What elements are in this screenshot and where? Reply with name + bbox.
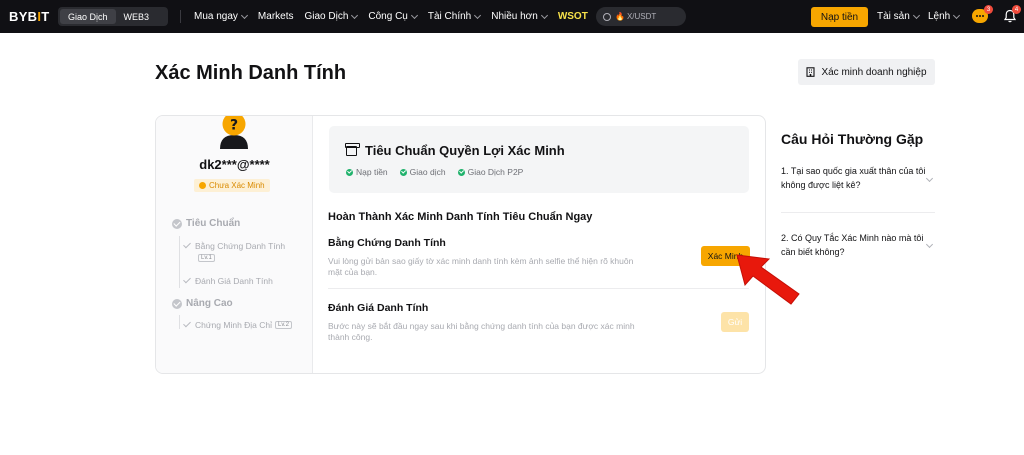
faq-divider bbox=[781, 212, 935, 213]
switcher-trade[interactable]: Giao Dịch bbox=[60, 9, 116, 24]
benefit-item: Giao dịch bbox=[399, 167, 446, 177]
check-icon bbox=[183, 275, 191, 284]
business-verification-button[interactable]: Xác minh doanh nghiệp bbox=[798, 59, 935, 85]
nav-tools[interactable]: Công Cụ bbox=[368, 11, 418, 22]
nav-wsot[interactable]: WSOT bbox=[558, 11, 588, 22]
identity-proof-title: Bằng Chứng Danh Tính bbox=[328, 237, 446, 249]
fire-icon: 🔥 bbox=[615, 12, 625, 21]
chevron-down-icon bbox=[410, 11, 418, 19]
chat-badge: 3 bbox=[984, 5, 993, 14]
check-circle-icon bbox=[399, 168, 407, 176]
benefits-title: Tiêu Chuẩn Quyền Lợi Xác Minh bbox=[345, 142, 565, 158]
chevron-down-icon bbox=[474, 11, 482, 19]
level-connector bbox=[179, 236, 180, 288]
benefits-list: Nạp tiền Giao dịch Giao Dịch P2P bbox=[346, 167, 523, 177]
top-navigation-bar: BYBIT Giao Dịch WEB3 Mua ngay Markets Gi… bbox=[0, 0, 1024, 33]
chevron-down-icon bbox=[912, 11, 920, 19]
chevron-down-icon bbox=[240, 11, 248, 19]
level-tag: Lv.1 bbox=[198, 254, 215, 262]
benefit-item: Giao Dịch P2P bbox=[457, 167, 523, 177]
search-input[interactable]: 🔥 X/USDT bbox=[596, 7, 686, 26]
check-circle-icon bbox=[172, 298, 182, 309]
deposit-button[interactable]: Nạp tiền bbox=[811, 7, 868, 27]
warning-dot-icon bbox=[199, 182, 206, 189]
level-standard[interactable]: Tiêu Chuẩn bbox=[172, 218, 240, 229]
check-circle-icon bbox=[346, 168, 353, 176]
status-badge: Chưa Xác Minh bbox=[194, 179, 270, 192]
orders-menu[interactable]: Lệnh bbox=[928, 0, 961, 33]
level-connector bbox=[179, 315, 180, 329]
level-item-identity-review: Đánh Giá Danh Tính bbox=[183, 275, 273, 286]
row-divider bbox=[328, 288, 749, 289]
nav-buy[interactable]: Mua ngay bbox=[194, 11, 248, 22]
faq-item[interactable]: 1. Tại sao quốc gia xuất thân của tôi kh… bbox=[781, 164, 935, 192]
level-advanced[interactable]: Nâng Cao bbox=[172, 298, 233, 309]
check-circle-icon bbox=[172, 218, 182, 229]
nav-markets[interactable]: Markets bbox=[258, 11, 294, 22]
nav-finance[interactable]: Tài Chính bbox=[428, 11, 482, 22]
building-icon bbox=[806, 67, 816, 77]
level-item-address-proof: Chứng Minh Địa Chỉ Lv.2 bbox=[183, 319, 292, 330]
faq-item[interactable]: 2. Có Quy Tắc Xác Minh nào mà tôi cần bi… bbox=[781, 231, 935, 259]
nav-more[interactable]: Nhiều hơn bbox=[491, 11, 548, 22]
section-heading: Hoàn Thành Xác Minh Danh Tính Tiêu Chuẩn… bbox=[328, 211, 593, 223]
identity-review-description: Bước này sẽ bắt đầu ngay sau khi bằng ch… bbox=[328, 321, 635, 342]
verification-sidebar: ? dk2***@**** Chưa Xác Minh Tiêu Chuẩn B… bbox=[156, 116, 313, 373]
nav-divider bbox=[180, 10, 181, 23]
level-item-identity-proof: Bằng Chứng Danh Tính bbox=[183, 240, 285, 251]
check-icon bbox=[183, 319, 191, 328]
search-icon bbox=[603, 12, 611, 21]
chevron-down-icon bbox=[953, 11, 961, 19]
main-nav: Mua ngay Markets Giao Dịch Công Cụ Tài C… bbox=[194, 0, 599, 33]
annotation-arrow-icon bbox=[736, 254, 800, 305]
user-email: dk2***@**** bbox=[199, 157, 270, 172]
assets-menu[interactable]: Tài sản bbox=[877, 0, 920, 33]
check-circle-icon bbox=[457, 168, 465, 176]
avatar-icon: ? bbox=[220, 116, 248, 149]
nav-trade[interactable]: Giao Dịch bbox=[304, 11, 359, 22]
identity-review-title: Đánh Giá Danh Tính bbox=[328, 302, 429, 314]
gift-icon bbox=[345, 142, 360, 156]
page-title: Xác Minh Danh Tính bbox=[155, 62, 347, 84]
check-icon bbox=[183, 240, 191, 249]
verification-card: ? dk2***@**** Chưa Xác Minh Tiêu Chuẩn B… bbox=[155, 115, 766, 374]
identity-proof-description: Vui lòng gửi bản sao giấy tờ xác minh da… bbox=[328, 256, 634, 277]
search-placeholder: X/USDT bbox=[626, 12, 657, 21]
faq-title: Câu Hỏi Thường Gặp bbox=[781, 131, 924, 147]
benefits-panel: Tiêu Chuẩn Quyền Lợi Xác Minh Nạp tiền G… bbox=[329, 126, 749, 193]
benefit-item: Nạp tiền bbox=[346, 167, 388, 177]
bell-badge: 4 bbox=[1012, 5, 1021, 14]
chevron-down-icon bbox=[351, 11, 359, 19]
bybit-logo[interactable]: BYBIT bbox=[9, 9, 50, 24]
chevron-down-icon bbox=[540, 11, 548, 19]
mode-switcher: Giao Dịch WEB3 bbox=[58, 7, 168, 26]
svg-text:?: ? bbox=[230, 118, 238, 134]
switcher-web3[interactable]: WEB3 bbox=[116, 9, 158, 24]
submit-button[interactable]: Gửi bbox=[721, 312, 749, 332]
